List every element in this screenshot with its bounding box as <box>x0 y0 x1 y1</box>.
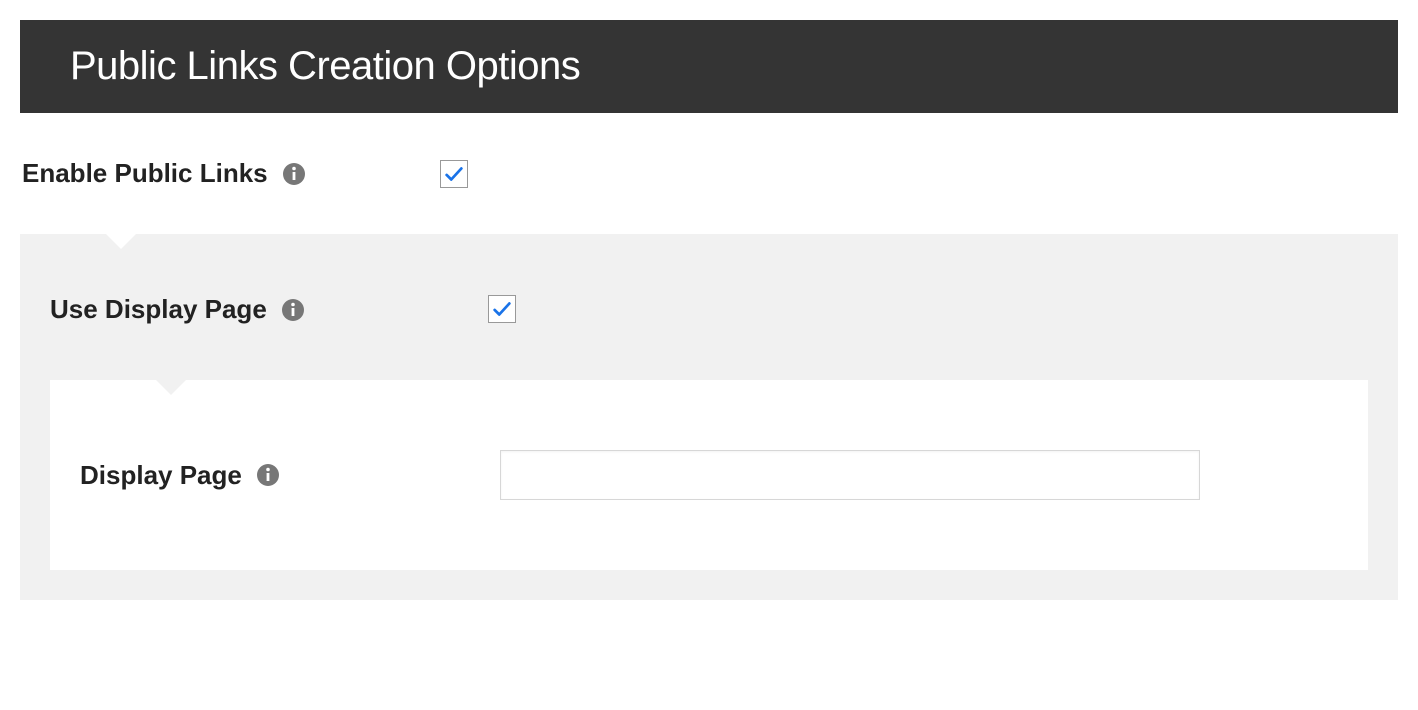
info-icon[interactable] <box>281 298 305 322</box>
section-title: Public Links Creation Options <box>70 44 580 88</box>
inner-panel: Display Page <box>50 380 1368 570</box>
info-icon[interactable] <box>282 162 306 186</box>
info-icon[interactable] <box>256 463 280 487</box>
display-page-input[interactable] <box>500 450 1200 500</box>
option-row-enable-public-links: Enable Public Links <box>20 113 1398 234</box>
display-page-label: Display Page <box>80 460 242 491</box>
arrow-up-icon <box>155 379 187 395</box>
option-label-wrap: Display Page <box>80 460 500 491</box>
use-display-page-label: Use Display Page <box>50 294 267 325</box>
enable-public-links-checkbox[interactable] <box>440 160 468 188</box>
option-label-wrap: Use Display Page <box>50 294 470 325</box>
use-display-page-checkbox[interactable] <box>488 295 516 323</box>
option-row-use-display-page: Use Display Page <box>50 294 1398 380</box>
option-row-display-page: Display Page <box>80 450 1338 500</box>
arrow-up-icon <box>105 233 137 249</box>
nested-panel: Use Display Page Display Page <box>20 234 1398 600</box>
option-label-wrap: Enable Public Links <box>20 158 440 189</box>
section-header: Public Links Creation Options <box>20 20 1398 113</box>
enable-public-links-label: Enable Public Links <box>22 158 268 189</box>
